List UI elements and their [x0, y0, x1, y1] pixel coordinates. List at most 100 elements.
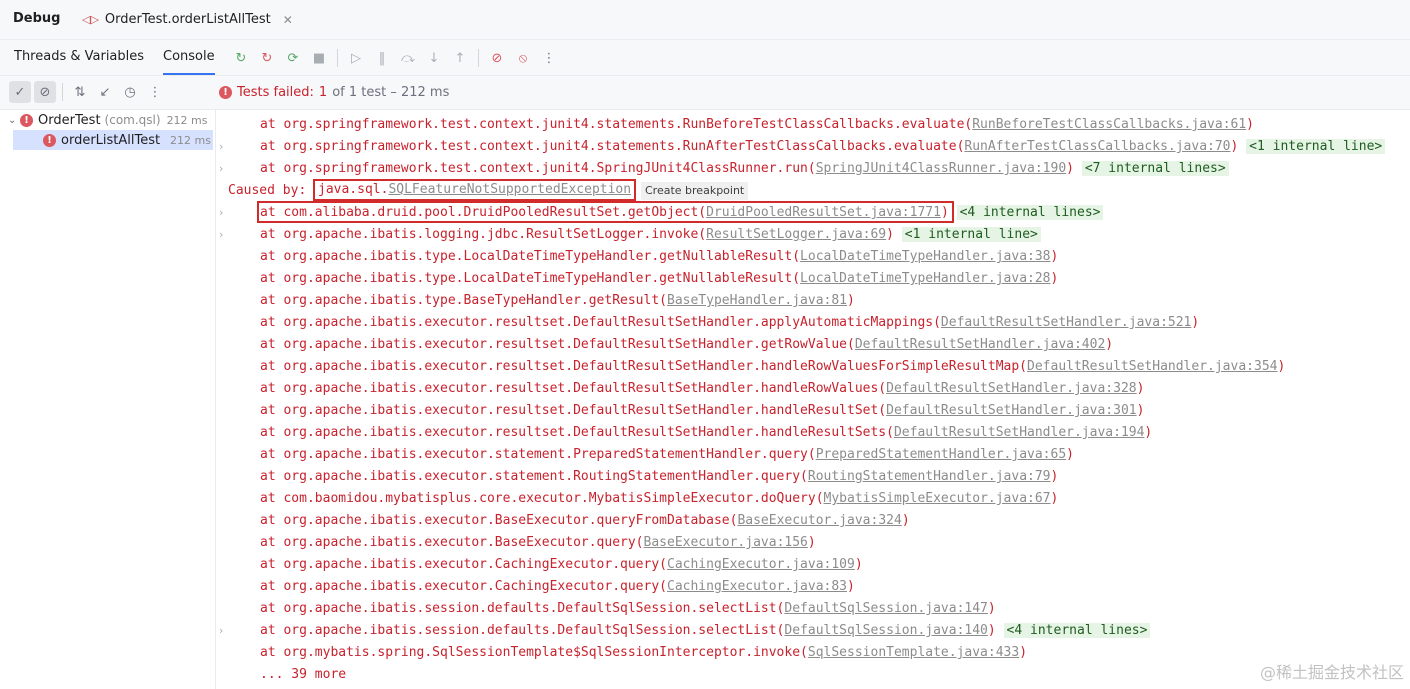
step-out-icon[interactable]: ↑ [449, 48, 471, 68]
source-file-link[interactable]: LocalDateTimeTypeHandler.java:28 [800, 271, 1050, 286]
source-file-link[interactable]: DefaultResultSetHandler.java:354 [1027, 359, 1277, 374]
source-file-link[interactable]: MybatisSimpleExecutor.java:67 [824, 491, 1051, 506]
tab-console[interactable]: Console [163, 40, 215, 75]
stack-frame-close: ) [1144, 425, 1153, 440]
stack-frame-close: ) [854, 557, 863, 572]
stack-frame-method: at org.apache.ibatis.executor.BaseExecut… [260, 513, 738, 528]
stop-icon[interactable]: ■ [308, 48, 330, 68]
stack-frame-text: at org.apache.ibatis.executor.statement.… [260, 444, 1074, 466]
rerun-failed-icon[interactable]: ↻ [256, 48, 278, 68]
source-file-link[interactable]: BaseExecutor.java:324 [737, 513, 901, 528]
stack-frame-method: at com.baomidou.mybatisplus.core.executo… [260, 491, 824, 506]
stack-frame-text: at org.apache.ibatis.executor.CachingExe… [260, 576, 855, 598]
history-icon[interactable]: ◷ [119, 81, 141, 103]
source-file-link[interactable]: SpringJUnit4ClassRunner.java:190 [816, 161, 1066, 176]
highlight-box [257, 201, 954, 223]
internal-lines-toggle[interactable]: <4 internal lines> [1003, 623, 1151, 638]
stack-frame-close: ) [987, 623, 996, 638]
rerun-icon[interactable]: ↻ [230, 48, 252, 68]
exception-highlight: java.sql.SQLFeatureNotSupportedException [313, 179, 637, 201]
stack-frame-text: at org.apache.ibatis.executor.BaseExecut… [260, 532, 816, 554]
create-breakpoint-button[interactable]: Create breakpoint [641, 182, 749, 200]
more-text: ... 39 more [260, 667, 347, 682]
source-file-link[interactable]: DefaultResultSetHandler.java:521 [941, 315, 1191, 330]
stack-frame-method: at org.apache.ibatis.executor.BaseExecut… [260, 535, 644, 550]
pause-icon[interactable]: ‖ [371, 48, 393, 68]
show-ignored-icon[interactable]: ⊘ [34, 81, 56, 103]
toolbar-divider [62, 83, 63, 101]
import-tests-icon[interactable]: ↙ [94, 81, 116, 103]
chevron-right-icon[interactable]: › [219, 224, 223, 246]
tree-node-orderlistalltest[interactable]: ! orderListAllTest 212 ms [13, 130, 213, 150]
chevron-right-icon[interactable]: › [219, 202, 223, 224]
chevron-right-icon[interactable]: › [219, 620, 223, 642]
source-file-link[interactable]: RoutingStatementHandler.java:79 [808, 469, 1051, 484]
chevron-right-icon[interactable]: › [219, 158, 223, 180]
source-file-link[interactable]: DefaultResultSetHandler.java:194 [894, 425, 1144, 440]
test-config-icon: ◁▷ [82, 13, 99, 26]
stack-frame-text: at org.apache.ibatis.type.LocalDateTimeT… [260, 268, 1058, 290]
stack-frame-text: at org.springframework.test.context.juni… [260, 136, 1386, 158]
debug-actions: ↻ ↻ ⟳ ■ ▷ ‖ ⤼ ↓ ↑ ⊘ ⦸ ⋮ [230, 48, 560, 68]
source-file-link[interactable]: ResultSetLogger.java:69 [706, 227, 886, 242]
rerun-auto-icon[interactable]: ⟳ [282, 48, 304, 68]
source-file-link[interactable]: DefaultResultSetHandler.java:402 [855, 337, 1105, 352]
mute-breakpoints-icon[interactable]: ⦸ [512, 48, 534, 68]
source-file-link[interactable]: PreparedStatementHandler.java:65 [816, 447, 1066, 462]
caused-by-prefix: Caused by: [228, 183, 307, 198]
sort-icon[interactable]: ⇅ [69, 81, 91, 103]
stack-frame-close: ) [1050, 491, 1059, 506]
source-file-link[interactable]: LocalDateTimeTypeHandler.java:38 [800, 249, 1050, 264]
internal-lines-toggle[interactable]: <4 internal lines> [956, 205, 1104, 220]
stack-frame-method: at org.apache.ibatis.type.BaseTypeHandle… [260, 293, 667, 308]
tree-node-duration: 212 ms [166, 113, 208, 127]
chevron-down-icon[interactable]: ⌄ [8, 115, 20, 126]
stack-frame-method: at org.apache.ibatis.type.LocalDateTimeT… [260, 249, 801, 264]
internal-lines-toggle[interactable]: <1 internal line> [901, 227, 1041, 242]
step-into-icon[interactable]: ↓ [423, 48, 445, 68]
internal-lines-toggle[interactable]: <7 internal lines> [1081, 161, 1229, 176]
stack-frame-text: at org.springframework.test.context.juni… [260, 114, 1254, 136]
source-file-link[interactable]: BaseTypeHandler.java:81 [667, 293, 847, 308]
source-file-link[interactable]: RunAfterTestClassCallbacks.java:70 [964, 139, 1230, 154]
tree-node-label: OrderTest [38, 112, 101, 128]
stack-frame-close: ) [886, 227, 894, 242]
stack-frame-close: ) [1050, 271, 1059, 286]
source-file-link[interactable]: DefaultResultSetHandler.java:301 [886, 403, 1136, 418]
tree-node-ordertest[interactable]: ⌄ ! OrderTest (com.qsl) 212 ms [8, 110, 213, 130]
close-icon[interactable]: ✕ [283, 13, 293, 27]
stack-frame-method: at org.apache.ibatis.executor.resultset.… [260, 337, 855, 352]
internal-lines-toggle[interactable]: <1 internal line> [1246, 139, 1386, 154]
watermark: @稀土掘金技术社区 [1259, 663, 1404, 682]
tab-threads-variables[interactable]: Threads & Variables [14, 40, 144, 75]
stack-frame-close: ) [847, 293, 855, 308]
stack-frame-close: ) [1019, 645, 1028, 660]
show-passed-icon[interactable]: ✓ [9, 81, 31, 103]
stack-frame-close: ) [1066, 161, 1074, 176]
more-options-icon[interactable]: ⋮ [144, 81, 166, 103]
source-file-link[interactable]: DefaultSqlSession.java:140 [784, 623, 988, 638]
step-over-icon[interactable]: ⤼ [397, 48, 419, 68]
console-output[interactable]: at org.springframework.test.context.juni… [216, 110, 1410, 689]
stack-frame-method: at org.apache.ibatis.executor.resultset.… [260, 381, 887, 396]
stack-frame-method: at org.apache.ibatis.executor.resultset.… [260, 315, 941, 330]
source-file-link[interactable]: DefaultSqlSession.java:147 [784, 601, 988, 616]
run-config-tab[interactable]: ◁▷ OrderTest.orderListAllTest ✕ [82, 0, 293, 39]
stack-frame-close: ) [1136, 381, 1145, 396]
stack-frame-text: at org.apache.ibatis.session.defaults.De… [260, 598, 996, 620]
source-file-link[interactable]: CachingExecutor.java:109 [667, 557, 855, 572]
exception-class-link[interactable]: SQLFeatureNotSupportedException [388, 182, 631, 197]
tests-failed-label: Tests failed: [237, 84, 314, 100]
source-file-link[interactable]: SqlSessionTemplate.java:433 [808, 645, 1019, 660]
resume-icon[interactable]: ▷ [345, 48, 367, 68]
chevron-right-icon[interactable]: › [219, 136, 223, 158]
source-file-link[interactable]: RunBeforeTestClassCallbacks.java:61 [972, 117, 1246, 132]
source-file-link[interactable]: DefaultResultSetHandler.java:328 [886, 381, 1136, 396]
stack-frame-close: ) [847, 579, 855, 594]
more-options-icon[interactable]: ⋮ [538, 48, 560, 68]
stack-frame-method: at org.apache.ibatis.session.defaults.De… [260, 601, 785, 616]
view-breakpoints-icon[interactable]: ⊘ [486, 48, 508, 68]
source-file-link[interactable]: BaseExecutor.java:156 [644, 535, 808, 550]
source-file-link[interactable]: CachingExecutor.java:83 [667, 579, 847, 594]
